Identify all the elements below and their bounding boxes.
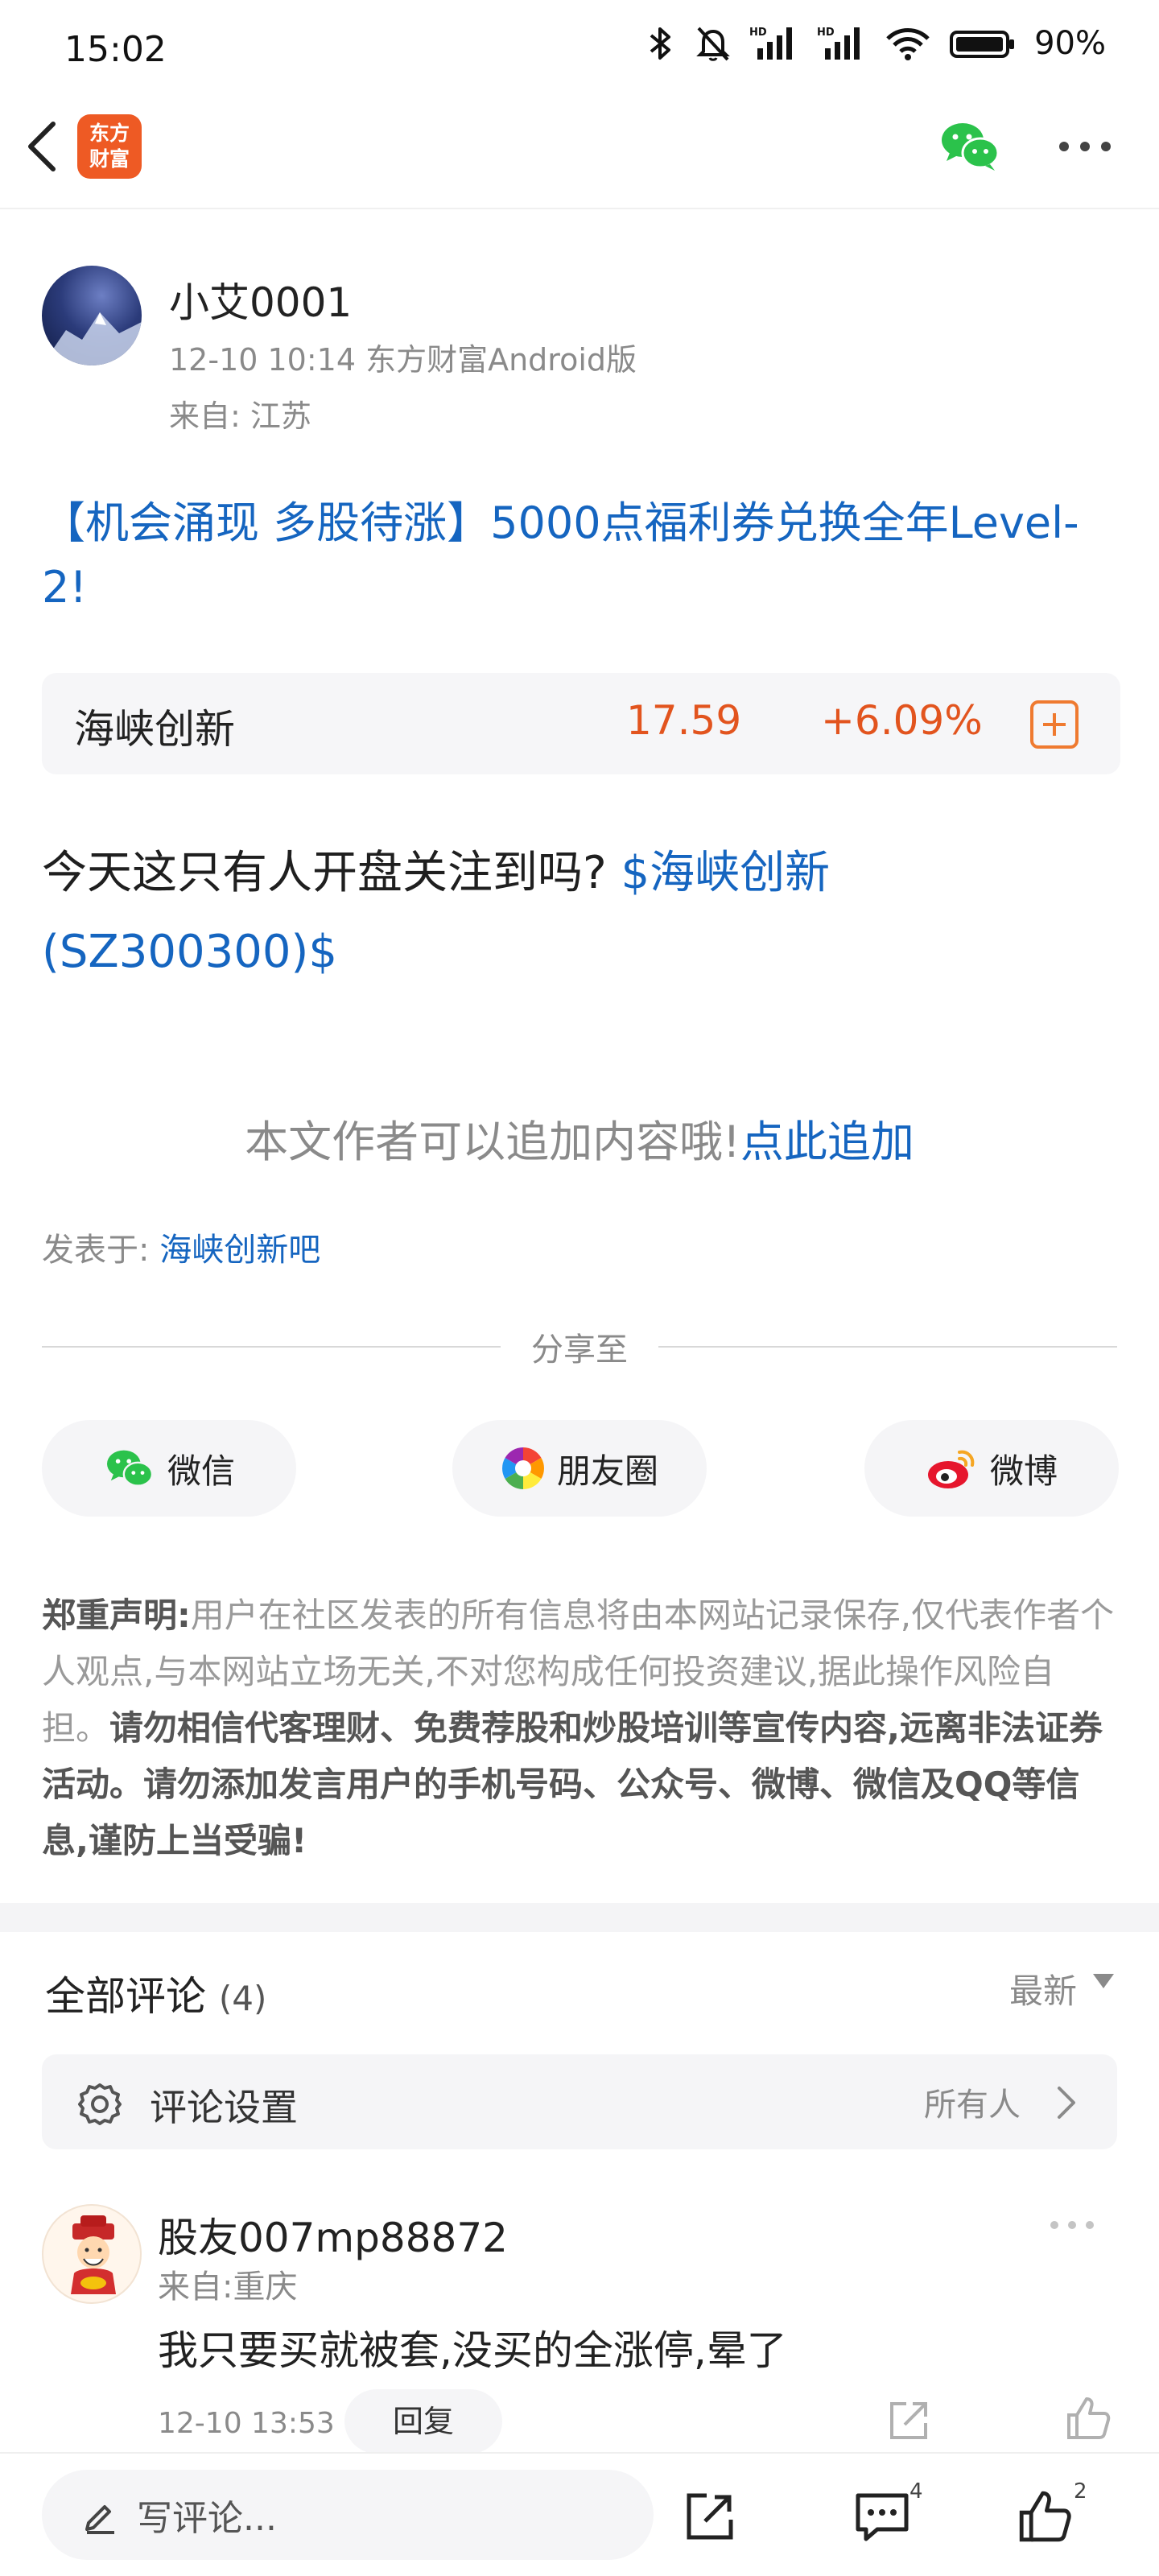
comments-count: (4) xyxy=(218,1979,267,2018)
comment-count-badge: 4 xyxy=(909,2479,923,2504)
post-meta: 12-10 10:14 东方财富Android版 xyxy=(169,342,637,378)
share-divider-right xyxy=(658,1346,1117,1348)
chevron-right-icon xyxy=(1058,2087,1075,2119)
pencil-icon xyxy=(85,2505,114,2534)
comment-settings-value: 所有人 xyxy=(924,2087,1021,2124)
append-link[interactable]: 点此追加 xyxy=(740,1117,914,1167)
write-comment-placeholder: 写评论... xyxy=(137,2498,277,2539)
hd-signal-icon: HD xyxy=(817,27,860,60)
comments-title-text: 全部评论 xyxy=(45,1973,206,2020)
battery-icon xyxy=(950,31,1015,58)
hd-signal-icon: HD xyxy=(749,27,793,60)
post-title[interactable]: 【机会涌现 多股待涨】5000点福利券兑换全年Level-2! xyxy=(42,491,1120,620)
stock-price: 17.59 xyxy=(626,697,742,744)
post-body-text: 今天这只有人开盘关注到吗? xyxy=(42,847,607,899)
stock-tag-code[interactable]: (SZ300300)$ xyxy=(42,926,337,978)
bell-off-icon xyxy=(696,27,730,61)
share-moments-button[interactable]: 朋友圈 xyxy=(452,1420,707,1517)
disclaimer: 郑重声明:用户在社区发表的所有信息将由本网站记录保存,仅代表作者个人观点,与本网… xyxy=(42,1587,1120,1869)
comment-settings-label: 评论设置 xyxy=(150,2086,298,2129)
like-count-badge: 2 xyxy=(1074,2479,1087,2504)
caret-down-icon[interactable] xyxy=(1093,1974,1114,1988)
comment-icon[interactable] xyxy=(853,2489,911,2544)
gear-icon xyxy=(78,2083,122,2125)
post-body: 今天这只有人开盘关注到吗? $海峡创新 (SZ300300)$ xyxy=(42,834,1120,992)
write-comment-input[interactable]: 写评论... xyxy=(42,2470,654,2560)
battery-percent: 90% xyxy=(1034,25,1106,62)
append-prompt: 本文作者可以追加内容哦!点此追加 xyxy=(0,1106,1159,1170)
append-text: 本文作者可以追加内容哦! xyxy=(245,1117,740,1167)
share-moments-label: 朋友圈 xyxy=(556,1451,658,1491)
commenter-avatar[interactable] xyxy=(42,2204,142,2304)
stock-change: +6.09% xyxy=(821,697,983,744)
wechat-icon xyxy=(106,1450,154,1487)
moments-icon xyxy=(501,1447,544,1489)
logo-line-2: 财富 xyxy=(89,147,130,171)
forum-link[interactable]: 海峡创新吧 xyxy=(159,1232,320,1269)
comment-time: 12-10 13:53 xyxy=(158,2407,335,2440)
svg-text:HD: HD xyxy=(749,27,767,39)
status-time: 15:02 xyxy=(64,29,167,70)
commenter-location: 来自:重庆 xyxy=(158,2268,298,2306)
comments-title: 全部评论 (4) xyxy=(45,1964,266,2022)
sort-dropdown[interactable]: 最新 xyxy=(1009,1964,1077,2013)
logo-line-1: 东方 xyxy=(89,122,130,145)
add-to-watchlist-icon[interactable] xyxy=(1030,700,1079,749)
reply-button[interactable]: 回复 xyxy=(344,2389,502,2454)
share-wechat-button[interactable]: 微信 xyxy=(42,1420,296,1517)
commenter-name[interactable]: 股友007mp88872 xyxy=(158,2206,508,2264)
wifi-icon xyxy=(886,28,930,60)
author-avatar[interactable] xyxy=(42,266,142,365)
header-divider xyxy=(0,208,1159,209)
bluetooth-icon xyxy=(650,27,671,60)
posted-in-label: 发表于: xyxy=(42,1232,150,1269)
svg-text:HD: HD xyxy=(817,27,835,39)
status-icons: HD HD 90% xyxy=(645,24,1106,63)
app-logo: 东方 财富 xyxy=(77,114,142,179)
weibo-icon xyxy=(927,1450,975,1488)
more-dots-icon[interactable] xyxy=(1054,134,1116,159)
posted-in: 发表于: 海峡创新吧 xyxy=(42,1224,320,1270)
back-arrow-icon[interactable] xyxy=(19,114,64,179)
section-separator xyxy=(0,1903,1159,1932)
stock-tag-link[interactable]: $海峡创新 xyxy=(621,847,831,899)
wechat-icon[interactable] xyxy=(938,118,1001,174)
disclaimer-label: 郑重声明: xyxy=(42,1596,191,1635)
share-icon[interactable] xyxy=(683,2489,737,2544)
author-location: 来自: 江苏 xyxy=(169,398,311,434)
share-weibo-label: 微博 xyxy=(989,1451,1058,1491)
disclaimer-warning: 请勿相信代客理财、免费荐股和炒股培训等宣传内容,远离非法证券活动。请勿添加发言用… xyxy=(42,1708,1103,1860)
share-icon[interactable] xyxy=(885,2397,932,2444)
stock-name: 海峡创新 xyxy=(74,706,235,753)
author-name[interactable]: 小艾0001 xyxy=(169,270,352,328)
thumb-up-icon[interactable] xyxy=(1016,2487,1074,2545)
share-weibo-button[interactable]: 微博 xyxy=(864,1420,1119,1517)
comment-text: 我只要买就被套,没买的全涨停,晕了 xyxy=(158,2327,787,2374)
more-dots-icon[interactable] xyxy=(1048,2215,1096,2235)
share-wechat-label: 微信 xyxy=(167,1451,235,1491)
thumb-up-icon[interactable] xyxy=(1064,2394,1112,2442)
